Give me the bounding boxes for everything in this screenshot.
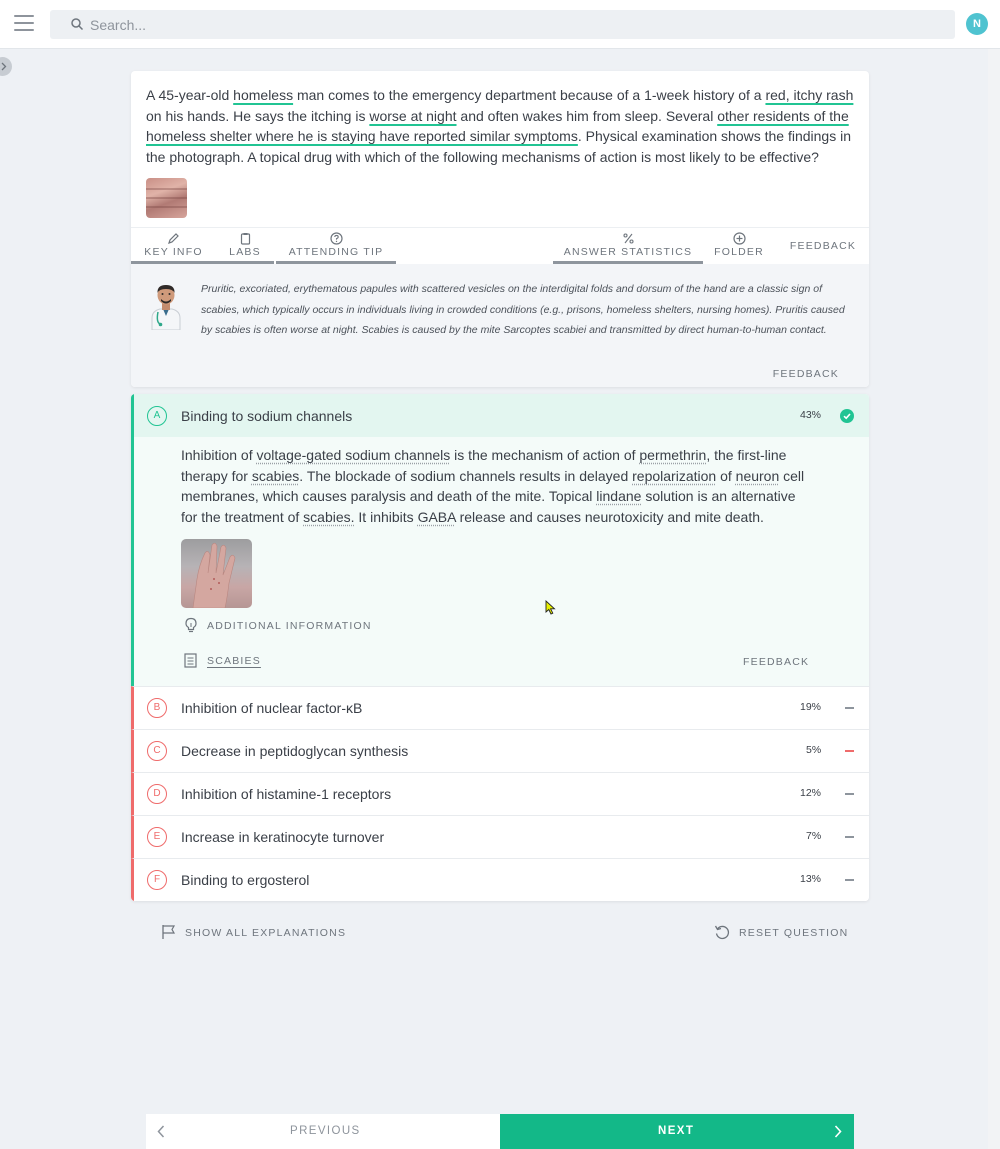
answer-a-header[interactable]: A Binding to sodium channels 43% xyxy=(134,394,869,437)
flag-icon xyxy=(162,925,176,939)
tab-attending-tip[interactable]: ATTENDING TIP xyxy=(276,228,396,264)
highlighted-phrase[interactable]: red, itchy rash xyxy=(765,87,853,103)
answer-option-d[interactable]: D Inhibition of histamine-1 receptors 12… xyxy=(131,772,869,815)
glossary-link[interactable]: scabies xyxy=(252,468,299,484)
tab-feedback[interactable]: FEEDBACK xyxy=(781,228,865,264)
question-card: A 45-year-old homeless man comes to the … xyxy=(131,71,869,387)
clipboard-icon xyxy=(240,233,250,245)
chevron-right-icon xyxy=(1,62,7,71)
explanation-text: . The blockade of sodium channels result… xyxy=(299,467,633,484)
highlighted-phrase[interactable]: homeless xyxy=(233,87,293,103)
answer-label: Binding to sodium channels xyxy=(181,408,353,424)
hamburger-menu-icon[interactable] xyxy=(14,15,34,33)
answer-option-e[interactable]: E Increase in keratinocyte turnover 7% xyxy=(131,815,869,858)
glossary-link[interactable]: GABA xyxy=(418,509,456,525)
answer-percentage: 5% xyxy=(806,744,822,756)
answer-percentage: 7% xyxy=(806,830,822,842)
check-circle-icon xyxy=(840,409,854,423)
dash-icon xyxy=(845,707,854,709)
dash-icon xyxy=(845,879,854,881)
glossary-link[interactable]: neuron xyxy=(736,468,780,484)
next-button[interactable]: NEXT xyxy=(500,1114,854,1149)
question-navigation: PREVIOUS NEXT xyxy=(146,1114,854,1149)
add-circle-icon xyxy=(732,232,746,245)
answer-letter: D xyxy=(147,784,167,804)
show-all-explanations-button[interactable]: SHOW ALL EXPLANATIONS xyxy=(161,924,361,940)
explanation-text: is the mechanism of action of xyxy=(450,447,640,463)
chevron-left-icon xyxy=(157,1125,165,1138)
explanation-image-thumbnail[interactable] xyxy=(181,539,252,608)
answer-label: Binding to ergosterol xyxy=(181,872,310,888)
stem-text: and often wakes him from sleep. Several xyxy=(456,107,718,124)
glossary-link[interactable]: permethrin xyxy=(639,447,706,463)
answer-option-b[interactable]: B Inhibition of nuclear factor-κB 19% xyxy=(131,686,869,729)
answer-letter: E xyxy=(147,827,167,847)
percent-icon xyxy=(622,233,634,244)
answer-list: A Binding to sodium channels 43% Inhibit… xyxy=(131,394,869,901)
mouse-cursor-icon xyxy=(545,600,556,615)
dash-icon xyxy=(845,836,854,838)
reset-question-button[interactable]: RESET QUESTION xyxy=(714,924,854,940)
answer-percentage: 13% xyxy=(800,873,822,885)
sidebar-toggle[interactable] xyxy=(0,57,12,76)
explanation-text: Inhibition of xyxy=(181,447,257,463)
answer-letter: C xyxy=(147,741,167,761)
lightbulb-icon xyxy=(185,617,197,633)
explanation-text: release and causes neurotoxicity and mit… xyxy=(455,508,764,525)
search-bar[interactable] xyxy=(50,10,955,39)
question-image-thumbnail[interactable] xyxy=(146,178,187,218)
tab-labs[interactable]: LABS xyxy=(216,228,274,264)
dash-icon xyxy=(845,750,854,752)
attending-tip-text: Pruritic, excoriated, erythematous papul… xyxy=(201,283,845,336)
search-input[interactable] xyxy=(90,10,940,39)
answer-label: Decrease in peptidoglycan synthesis xyxy=(181,743,409,759)
search-icon xyxy=(71,18,84,31)
answer-percentage: 43% xyxy=(800,409,822,421)
explanation-text: of xyxy=(716,467,736,484)
answer-percentage: 12% xyxy=(800,787,822,799)
explanation-feedback-button[interactable]: FEEDBACK xyxy=(743,656,809,668)
attending-tip-panel: Pruritic, excoriated, erythematous papul… xyxy=(131,264,869,387)
stem-text: A 45-year-old xyxy=(146,87,234,103)
question-toolbar: KEY INFO LABS ATTENDING TIP ANSWER STATI… xyxy=(131,227,869,264)
question-circle-icon xyxy=(329,232,343,245)
answer-explanation: Inhibition of voltage-gated sodium chann… xyxy=(181,445,811,527)
answer-option-c[interactable]: C Decrease in peptidoglycan synthesis 5% xyxy=(131,729,869,772)
scrollbar[interactable] xyxy=(988,49,1000,1149)
avatar[interactable]: N xyxy=(966,13,988,35)
question-stem: A 45-year-old homeless man comes to the … xyxy=(146,85,858,167)
glossary-link[interactable]: lindane xyxy=(596,488,641,504)
chevron-right-icon xyxy=(834,1125,842,1138)
answer-letter: A xyxy=(147,406,167,426)
article-icon xyxy=(184,653,197,668)
answer-option-f[interactable]: F Binding to ergosterol 13% xyxy=(131,858,869,901)
stem-text: man comes to the emergency department be… xyxy=(293,87,766,103)
previous-button[interactable]: PREVIOUS xyxy=(146,1114,500,1149)
glossary-link[interactable]: scabies. xyxy=(303,509,354,525)
answer-label: Inhibition of nuclear factor-κB xyxy=(181,700,363,716)
tab-answer-statistics[interactable]: ANSWER STATISTICS xyxy=(553,228,703,264)
stem-text: on his hands. He says the itching is xyxy=(146,107,370,124)
pencil-icon xyxy=(168,233,179,244)
glossary-link[interactable]: voltage-gated sodium channels xyxy=(257,447,451,463)
answer-letter: F xyxy=(147,870,167,890)
answer-label: Inhibition of histamine-1 receptors xyxy=(181,786,392,802)
answer-percentage: 19% xyxy=(800,701,822,713)
answer-option-a[interactable]: A Binding to sodium channels 43% Inhibit… xyxy=(131,394,869,686)
glossary-link[interactable]: repolarization xyxy=(632,468,716,484)
tab-key-info[interactable]: KEY INFO xyxy=(131,228,216,264)
doctor-avatar-icon xyxy=(151,285,181,330)
answer-label: Increase in keratinocyte turnover xyxy=(181,829,385,845)
top-bar: N xyxy=(0,0,1000,49)
tip-feedback-button[interactable]: FEEDBACK xyxy=(773,368,839,380)
highlighted-phrase[interactable]: worse at night xyxy=(369,108,456,124)
answer-letter: B xyxy=(147,698,167,718)
reset-icon xyxy=(714,925,730,940)
explanation-text: It inhibits xyxy=(354,508,418,525)
dash-icon xyxy=(845,793,854,795)
tab-folder[interactable]: FOLDER xyxy=(704,228,774,264)
